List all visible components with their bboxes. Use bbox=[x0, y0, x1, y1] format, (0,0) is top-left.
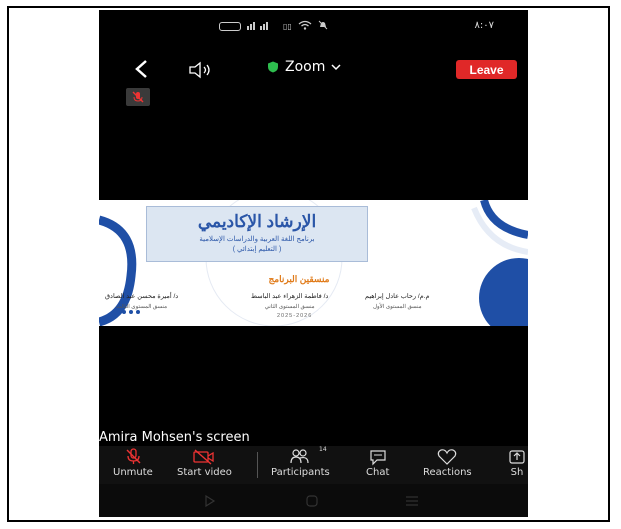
mic-muted-icon bbox=[126, 448, 141, 464]
mute-notification-icon bbox=[318, 20, 328, 33]
reactions-label: Reactions bbox=[423, 467, 472, 478]
meeting-title-dropdown[interactable]: Zoom bbox=[267, 59, 341, 75]
status-icons: ▯▯ bbox=[219, 20, 328, 33]
chat-label: Chat bbox=[366, 467, 390, 478]
share-button[interactable]: Sh bbox=[507, 448, 527, 478]
share-label: Sh bbox=[510, 467, 524, 478]
share-icon bbox=[509, 450, 525, 464]
coordinators-heading: منسقين البرنامج bbox=[268, 274, 330, 284]
slide-title: الإرشاد الإكاديمي bbox=[197, 212, 317, 231]
android-nav-bar bbox=[99, 484, 528, 517]
start-video-label: Start video bbox=[177, 467, 232, 478]
chat-button[interactable]: Chat bbox=[366, 448, 389, 478]
coordinator-name: د/ أميرة محسن عبد الصادق bbox=[105, 293, 179, 300]
toolbar-divider bbox=[257, 452, 258, 478]
participants-icon bbox=[290, 449, 309, 464]
unmute-button[interactable]: Unmute bbox=[113, 448, 153, 478]
screen-share-label: Amira Mohsen's screen bbox=[99, 430, 250, 445]
chevron-left-icon bbox=[135, 60, 147, 78]
slide-dots bbox=[122, 310, 140, 314]
meeting-title: Zoom bbox=[285, 59, 326, 75]
coordinator-3: د/ أميرة محسن عبد الصادق منسق المستوى ال… bbox=[105, 292, 178, 310]
battery-icon bbox=[219, 22, 241, 31]
slide-title-box: الإرشاد الإكاديمي برنامج اللغة العربية و… bbox=[146, 206, 368, 262]
coordinator-role: منسق المستوى الثاني bbox=[264, 304, 315, 310]
coordinator-2: د/ فاطمة الزهراء عبد الباسط منسق المستوى… bbox=[251, 292, 328, 310]
muted-indicator bbox=[126, 88, 150, 106]
shared-screen-slide: الإرشاد الإكاديمي برنامج اللغة العربية و… bbox=[99, 200, 528, 326]
heart-icon bbox=[438, 449, 457, 465]
slide-subtitle-2: ( التعليم إبتدائي ) bbox=[232, 246, 282, 253]
speaker-button[interactable] bbox=[187, 60, 217, 80]
back-nav-icon[interactable] bbox=[204, 495, 216, 507]
shield-icon bbox=[268, 61, 278, 73]
unmute-label: Unmute bbox=[113, 467, 153, 478]
coordinator-name: م.م/ رحاب عادل إبراهيم bbox=[365, 293, 430, 300]
chat-icon bbox=[370, 450, 386, 466]
participants-count: 14 bbox=[319, 446, 327, 453]
start-video-button[interactable]: Start video bbox=[177, 448, 232, 478]
video-off-icon bbox=[193, 449, 215, 465]
speaker-icon bbox=[189, 61, 210, 79]
phone-screen: ▯▯ ٨:٠٧ Zoom Leave الإرشاد الإكاديمي برن… bbox=[99, 10, 528, 517]
wifi-icon bbox=[298, 20, 312, 33]
coordinator-role: منسق المستوى الثالث bbox=[116, 304, 168, 310]
participants-label: Participants bbox=[271, 467, 330, 478]
volte-icon: ▯▯ bbox=[283, 22, 292, 31]
leave-button[interactable]: Leave bbox=[456, 60, 517, 79]
chevron-down-icon bbox=[331, 64, 341, 71]
meeting-toolbar: Unmute Start video Participants 14 Chat … bbox=[99, 446, 528, 484]
mic-muted-icon bbox=[132, 91, 144, 103]
home-nav-icon[interactable] bbox=[306, 495, 318, 507]
signal-icon bbox=[247, 20, 277, 33]
back-button[interactable] bbox=[131, 58, 153, 80]
status-time: ٨:٠٧ bbox=[474, 20, 494, 31]
status-bar: ▯▯ ٨:٠٧ bbox=[99, 10, 528, 40]
slide-subtitle: برنامج اللغة العربية والدراسات الإسلامية bbox=[199, 236, 315, 243]
reactions-button[interactable]: Reactions bbox=[423, 448, 472, 478]
participants-button[interactable]: Participants 14 bbox=[271, 446, 330, 478]
recents-nav-icon[interactable] bbox=[405, 495, 419, 507]
coordinator-1: م.م/ رحاب عادل إبراهيم منسق المستوى الأو… bbox=[365, 292, 430, 310]
academic-year: 2025-2026 bbox=[277, 313, 313, 319]
coordinator-role: منسق المستوى الأول bbox=[372, 304, 422, 310]
meeting-topbar: Zoom Leave bbox=[99, 56, 528, 84]
coordinator-name: د/ فاطمة الزهراء عبد الباسط bbox=[251, 293, 329, 300]
